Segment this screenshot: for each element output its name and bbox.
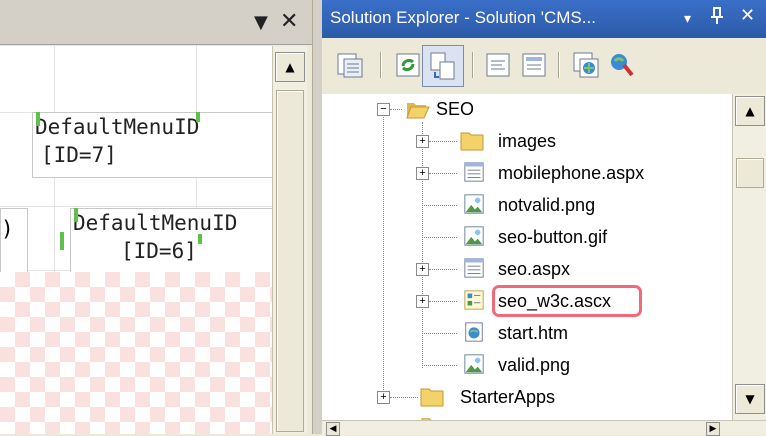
- folder-icon: [420, 388, 444, 407]
- view-code-icon[interactable]: [482, 49, 514, 81]
- tree-connector: [422, 237, 457, 238]
- nest-related-files-toggle[interactable]: [422, 45, 464, 87]
- folder-open-icon: [406, 103, 430, 119]
- tree-connector: [422, 205, 457, 206]
- expand-icon[interactable]: +: [416, 135, 429, 148]
- selection-marker: [74, 208, 78, 222]
- tree-connector: [429, 269, 457, 270]
- folder-icon: [460, 132, 484, 151]
- tree-row-mobilephone-aspx[interactable]: + mobilephone.aspx: [322, 158, 732, 188]
- solution-explorer-titlebar[interactable]: Solution Explorer - Solution 'CMS... ▾ ✕: [322, 0, 766, 38]
- aspx-icon: [464, 162, 484, 182]
- scroll-thumb[interactable]: [276, 90, 304, 432]
- menu-item-partial-text: ): [1, 217, 14, 241]
- tree-item-label: SEO: [436, 99, 475, 119]
- selection-marker: [36, 112, 40, 126]
- menu-item-name: DefaultMenuID: [73, 211, 238, 235]
- tree-row-valid-png[interactable]: valid.png: [322, 350, 732, 380]
- tree-row-seo-button-gif[interactable]: seo-button.gif: [322, 222, 732, 252]
- menu-item-7[interactable]: DefaultMenuID [ID=7]: [32, 112, 272, 178]
- tree-connector: [422, 333, 457, 334]
- menu-item-partial[interactable]: ): [0, 208, 28, 274]
- scroll-down-icon[interactable]: ▼: [735, 384, 765, 414]
- menu-item-id: [ID=7]: [41, 143, 117, 167]
- expand-icon[interactable]: +: [416, 167, 429, 180]
- design-placeholder-area: [0, 272, 272, 434]
- tree-connector: [390, 109, 402, 110]
- tree-item-label: seo-button.gif: [498, 227, 608, 247]
- aspx-icon: [464, 258, 484, 278]
- image-file-icon: [464, 354, 484, 374]
- panel-title: Solution Explorer - Solution 'CMS...: [330, 8, 596, 27]
- expand-icon[interactable]: +: [416, 263, 429, 276]
- tree-item-label: valid.png: [498, 355, 571, 375]
- tree-vertical-scrollbar[interactable]: ▲ ▼: [732, 94, 766, 434]
- tree-row-seo-aspx[interactable]: + seo.aspx: [322, 254, 732, 284]
- tree-row-seo-w3c-ascx[interactable]: + seo_w3c.ascx: [322, 285, 732, 317]
- toolbar-separator: [380, 52, 381, 78]
- tree-row-starterapps[interactable]: + StarterApps: [322, 382, 732, 412]
- tree-row-seo[interactable]: − SEO: [322, 94, 732, 124]
- solution-tree[interactable]: − SEO + images + mobilephone.aspx notval…: [322, 94, 732, 434]
- tree-item-label: mobilephone.aspx: [498, 163, 645, 183]
- scroll-thumb[interactable]: [736, 158, 764, 188]
- tree-item-label: notvalid.png: [498, 195, 596, 215]
- menu-item-name: DefaultMenuID: [35, 115, 200, 139]
- tree-row-start-htm[interactable]: start.htm: [322, 318, 732, 348]
- user-control-icon: [464, 290, 484, 310]
- tree-connector: [390, 397, 418, 398]
- solution-explorer: Solution Explorer - Solution 'CMS... ▾ ✕: [322, 0, 766, 436]
- chevron-down-icon[interactable]: ▼: [254, 14, 268, 32]
- chevron-down-icon[interactable]: ▾: [684, 12, 691, 26]
- selection-marker: [60, 232, 64, 250]
- tree-connector: [429, 173, 457, 174]
- tree-connector: [429, 141, 457, 142]
- toolbar-separator: [558, 52, 559, 78]
- view-designer-icon[interactable]: [518, 49, 550, 81]
- nest-related-files-icon: [430, 52, 455, 80]
- tree-row-notvalid-png[interactable]: notvalid.png: [322, 190, 732, 220]
- aspnet-configuration-icon[interactable]: [606, 49, 638, 81]
- tree-row-images[interactable]: + images: [322, 126, 732, 156]
- image-file-icon: [464, 194, 484, 214]
- refresh-icon[interactable]: [392, 49, 424, 81]
- tree-connector: [422, 365, 457, 366]
- selection-marker: [198, 234, 202, 244]
- expand-icon[interactable]: +: [416, 295, 429, 308]
- pin-icon[interactable]: [709, 7, 725, 29]
- selection-marker: [196, 112, 200, 122]
- tree-item-label: seo.aspx: [498, 259, 571, 279]
- menu-item-id: [ID=6]: [121, 239, 197, 263]
- copy-website-icon[interactable]: [570, 49, 602, 81]
- tree-horizontal-scrollbar[interactable]: ◀ ▶: [322, 420, 766, 436]
- scroll-up-icon[interactable]: ▲: [735, 96, 765, 126]
- collapse-icon[interactable]: −: [377, 103, 390, 116]
- design-surface[interactable]: DefaultMenuID [ID=7] ) DefaultMenuID [ID…: [0, 46, 272, 434]
- designer-pane: ▼ ✕ DefaultMenuID [ID=7] ) DefaultMenuID…: [0, 0, 312, 434]
- close-icon[interactable]: ✕: [740, 7, 755, 25]
- expand-icon[interactable]: +: [377, 391, 390, 404]
- properties-icon[interactable]: [334, 49, 366, 81]
- designer-header: ▼ ✕: [0, 0, 312, 45]
- scroll-up-icon[interactable]: ▲: [275, 52, 305, 82]
- grid-line: [0, 206, 272, 207]
- toolbar-separator: [472, 52, 473, 78]
- designer-vertical-scrollbar[interactable]: ▲: [272, 46, 307, 434]
- tree-item-label: seo_w3c.ascx: [498, 291, 612, 311]
- tree-item-label: start.htm: [498, 323, 569, 343]
- close-icon[interactable]: ✕: [280, 11, 298, 33]
- solution-explorer-toolbar: [322, 38, 766, 95]
- image-file-icon: [464, 226, 484, 246]
- tree-item-label: StarterApps: [460, 387, 556, 407]
- menu-item-6[interactable]: DefaultMenuID [ID=6]: [70, 208, 272, 274]
- html-file-icon: [465, 322, 483, 342]
- tree-item-label: images: [498, 131, 557, 151]
- tree-connector: [429, 301, 457, 302]
